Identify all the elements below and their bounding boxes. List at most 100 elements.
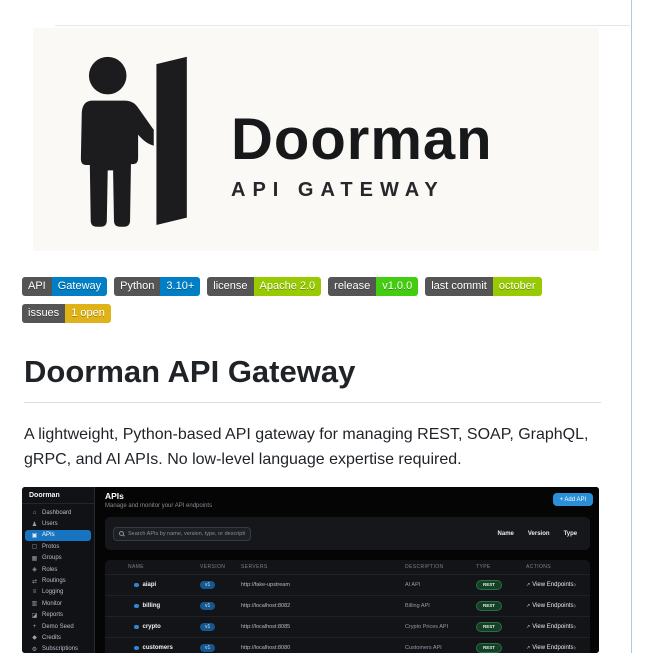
- logging-icon: ≡: [32, 589, 37, 596]
- api-dot-icon: [134, 582, 139, 588]
- type-badge: REST: [476, 621, 503, 633]
- logo-title: Doorman: [231, 107, 493, 172]
- routings-icon: ⇄: [31, 578, 38, 585]
- badge-label: license: [207, 277, 254, 296]
- type-badge: REST: [476, 579, 503, 591]
- badge-release[interactable]: release v1.0.0: [328, 277, 419, 296]
- table-row: billing v1 http://localhost:8082 Billing…: [105, 595, 591, 616]
- subscriptions-icon: ⚙: [31, 646, 38, 653]
- sidebar-brand: Doorman: [22, 487, 94, 504]
- view-endpoints-action: ↗ View Endpoints: [526, 624, 574, 630]
- sidebar-item-apis: ▣ APIs: [25, 529, 91, 542]
- sidebar-item-roles: ◈ Roles: [32, 566, 58, 574]
- column-header-version: VERSION: [200, 564, 226, 570]
- badge-issues[interactable]: issues 1 open: [22, 304, 111, 323]
- column-header-servers: SERVERS: [241, 564, 268, 570]
- sidebar-item-subscriptions: ⚙ Subscriptions: [31, 646, 79, 653]
- panel-title: APIs: [105, 491, 124, 501]
- filter-bar: Name Version Type: [105, 517, 591, 550]
- type-badge: REST: [476, 600, 503, 612]
- add-api-button: + Add API: [552, 493, 594, 506]
- column-header-description: DESCRIPTION: [405, 564, 444, 570]
- sidebar-item-users: ♟ Users: [31, 521, 58, 528]
- column-header-actions: ACTIONS: [526, 564, 552, 570]
- groups-icon: ▦: [31, 555, 38, 562]
- badge-value: 1 open: [65, 304, 111, 323]
- sidebar-item-reports: ◪ Reports: [31, 612, 64, 619]
- pane-divider: [631, 0, 632, 653]
- badge-label: issues: [22, 304, 66, 323]
- monitor-icon: ▥: [31, 601, 38, 608]
- api-name: billing: [142, 603, 161, 609]
- intro-paragraph: A lightweight, Python-based API gateway …: [24, 426, 589, 468]
- badge-label: Python: [114, 277, 161, 296]
- api-dot-icon: [134, 603, 139, 609]
- version-badge: v1: [200, 602, 216, 610]
- protos-icon: ▢: [31, 544, 38, 551]
- server-url: http://localhost:8085: [241, 624, 291, 630]
- external-link-icon: ↗: [526, 624, 531, 630]
- badge-value: 3.10+: [160, 277, 201, 296]
- door-icon: [153, 52, 190, 228]
- api-table: NAME VERSION SERVERS DESCRIPTION TYPE AC…: [105, 560, 591, 653]
- api-dot-icon: [134, 645, 139, 651]
- sidebar-item-monitor: ▥ Monitor: [31, 600, 63, 608]
- screenshot-main: APIs Manage and monitor your API endpoin…: [95, 487, 599, 653]
- table-header: NAME VERSION SERVERS DESCRIPTION TYPE AC…: [105, 560, 590, 574]
- sidebar-item-credits: ◆ Credits: [32, 634, 62, 642]
- badge-python[interactable]: Python 3.10+: [114, 277, 201, 296]
- chevron-right-icon: ›: [573, 580, 577, 589]
- view-endpoints-action: ↗ View Endpoints: [526, 582, 574, 588]
- chevron-right-icon: ›: [573, 643, 577, 652]
- badge-label: last commit: [425, 277, 493, 296]
- page-title: Doorman API Gateway: [24, 353, 601, 403]
- badge-last-commit[interactable]: last commit october: [425, 277, 542, 296]
- version-badge: v1: [200, 644, 216, 652]
- server-url: http://localhost:8082: [241, 603, 291, 609]
- reports-icon: ◪: [31, 612, 38, 619]
- users-icon: ♟: [31, 521, 38, 528]
- sidebar-item-logging: ≡ Logging: [32, 589, 64, 596]
- credits-icon: ◆: [32, 635, 37, 642]
- badge-label: API: [22, 277, 52, 296]
- panel-subtitle: Manage and monitor your API endpoints: [105, 503, 213, 509]
- top-divider: [55, 25, 630, 26]
- demo-seed-icon: +: [32, 623, 37, 630]
- logo-subtitle: API GATEWAY: [231, 179, 445, 201]
- chevron-right-icon: ›: [573, 601, 577, 610]
- api-name: crypto: [142, 624, 161, 630]
- doorman-logo-art: [80, 52, 190, 228]
- search-box: [113, 526, 251, 541]
- external-link-icon: ↗: [526, 603, 531, 609]
- column-header-name: NAME: [128, 564, 145, 570]
- server-url: http://fake-upstream: [241, 582, 290, 588]
- table-row: aiapi v1 http://fake-upstream AI API RES…: [105, 574, 591, 595]
- sidebar-item-groups: ▦ Groups: [31, 555, 62, 562]
- screenshot-sidebar: Doorman ⌂ Dashboard ♟ Users ▣ APIs ▢ Protos …: [22, 487, 95, 653]
- type-badge: REST: [476, 642, 503, 653]
- view-endpoints-action: ↗ View Endpoints: [526, 645, 574, 651]
- sort-name-label: Name: [497, 530, 514, 537]
- badge-api-gateway[interactable]: API Gateway: [22, 277, 108, 296]
- sidebar-item-routings: ⇄ Routings: [31, 578, 66, 585]
- sort-type-label: Type: [563, 530, 578, 537]
- readme-page: Doorman API GATEWAY API Gateway Python 3…: [0, 0, 655, 653]
- external-link-icon: ↗: [526, 645, 531, 651]
- apis-icon: ▣: [31, 532, 38, 539]
- search-icon: [119, 531, 125, 537]
- chevron-right-icon: ›: [573, 622, 577, 631]
- sidebar-item-demo-seed: + Demo Seed: [32, 623, 74, 630]
- roles-icon: ◈: [32, 567, 37, 574]
- table-row: crypto v1 http://localhost:8085 Crypto P…: [105, 616, 591, 637]
- sidebar-item-protos: ▢ Protos: [31, 543, 60, 551]
- search-input: [128, 530, 245, 537]
- sort-version-label: Version: [527, 530, 550, 537]
- api-description: AI API: [405, 582, 421, 588]
- dashboard-screenshot[interactable]: Doorman ⌂ Dashboard ♟ Users ▣ APIs ▢ Protos …: [22, 487, 599, 653]
- badge-license[interactable]: license Apache 2.0: [207, 277, 322, 296]
- sidebar-item-dashboard: ⌂ Dashboard: [32, 509, 72, 516]
- badge-value: v1.0.0: [376, 277, 419, 296]
- api-name: customers: [142, 645, 173, 651]
- api-description: Crypto Prices API: [405, 624, 449, 630]
- badge-value: october: [492, 277, 542, 296]
